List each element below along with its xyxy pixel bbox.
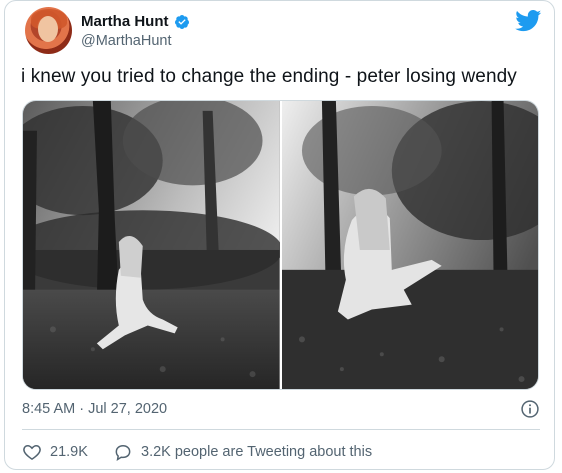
tweet-photo-1[interactable]: [23, 101, 280, 389]
author-name[interactable]: Martha Hunt: [81, 13, 169, 30]
speech-bubble-icon: [115, 444, 131, 462]
conversation-link[interactable]: 3.2K people are Tweeting about this: [113, 442, 372, 462]
like-count: 21.9K: [50, 444, 88, 460]
tweet-photo-2[interactable]: [281, 101, 538, 389]
tweet-timestamp[interactable]: 8:45 AM · Jul 27, 2020: [22, 401, 167, 417]
author-handle[interactable]: @MarthaHunt: [81, 33, 171, 49]
stats-divider: [22, 429, 540, 430]
tweet-text: i knew you tried to change the ending - …: [21, 66, 517, 87]
author-name-row[interactable]: Martha Hunt: [81, 13, 190, 30]
avatar[interactable]: [25, 7, 72, 54]
forest-photo-2: [281, 101, 538, 389]
forest-photo-1: [23, 101, 280, 389]
avatar-face: [38, 16, 58, 42]
like-button[interactable]: 21.9K: [22, 442, 88, 462]
tweet-card[interactable]: Martha Hunt @MarthaHunt i knew you tried…: [4, 0, 555, 470]
tweet-media-grid[interactable]: [22, 100, 539, 390]
verified-badge-icon: [174, 14, 189, 29]
heart-icon: [23, 444, 41, 460]
twitter-bird-icon[interactable]: [515, 10, 542, 32]
conversation-text: 3.2K people are Tweeting about this: [141, 444, 373, 460]
info-icon[interactable]: [520, 399, 540, 419]
